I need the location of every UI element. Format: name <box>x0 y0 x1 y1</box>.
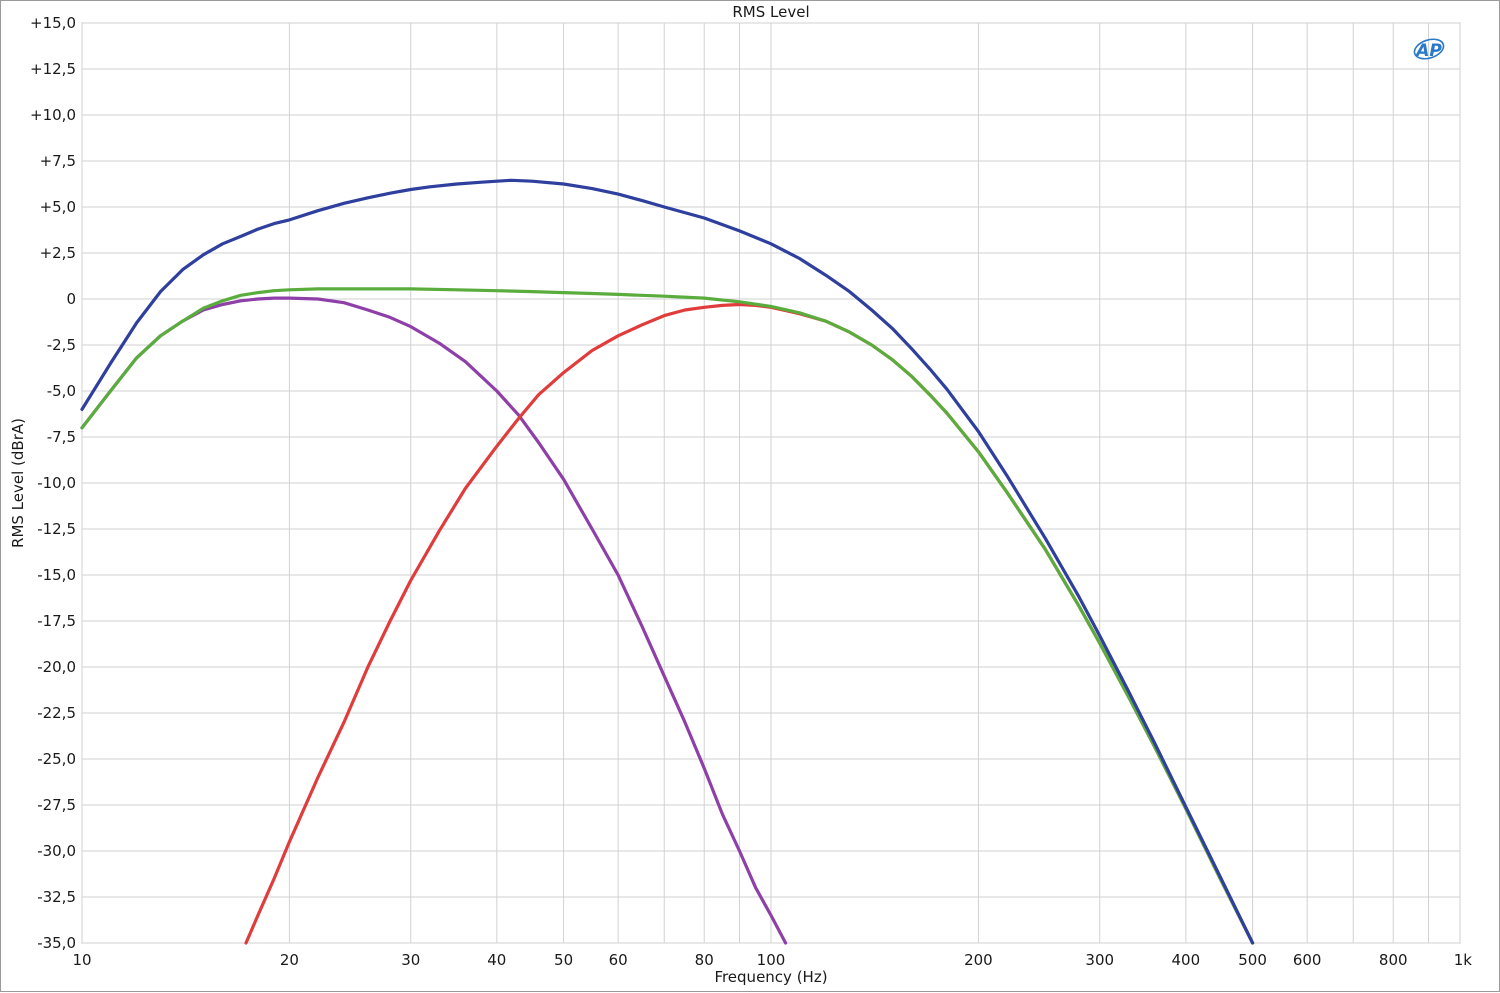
x-tick-label: 20 <box>280 951 299 969</box>
y-axis-label: RMS Level (dBrA) <box>9 418 27 548</box>
y-tick-label: -20,0 <box>37 658 76 676</box>
y-tick-labels: +15,0 +12,5 +10,0 +7,5 +5,0 +2,5 0 -2,5 -5,0 -7,5… <box>30 14 76 952</box>
y-tick-label: -30,0 <box>37 842 76 860</box>
chart-title: RMS Level <box>732 3 809 21</box>
x-tick-label: 40 <box>487 951 506 969</box>
y-tick-label: -2,5 <box>47 336 76 354</box>
x-tick-label: 1k <box>1454 951 1473 969</box>
x-axis-label: Frequency (Hz) <box>714 968 827 986</box>
x-tick-label: 500 <box>1238 951 1267 969</box>
y-tick-label: -25,0 <box>37 750 76 768</box>
y-tick-label: 0 <box>66 290 76 308</box>
x-tick-label: 30 <box>401 951 420 969</box>
x-tick-label: 80 <box>695 951 714 969</box>
x-tick-label: 800 <box>1379 951 1408 969</box>
y-tick-label: -22,5 <box>37 704 76 722</box>
ap-logo-text: AP <box>1414 41 1442 61</box>
x-tick-label: 10 <box>72 951 91 969</box>
x-tick-labels: 10 20 30 40 50 60 80 100 200 300 400 500 600 800 1k <box>72 951 1472 969</box>
y-tick-label: -17,5 <box>37 612 76 630</box>
y-tick-label: -35,0 <box>37 934 76 952</box>
y-tick-label: -5,0 <box>47 382 76 400</box>
y-tick-label: +7,5 <box>40 152 76 170</box>
x-tick-label: 50 <box>554 951 573 969</box>
x-tick-label: 600 <box>1293 951 1322 969</box>
y-tick-label: +5,0 <box>40 198 76 216</box>
x-tick-label: 400 <box>1171 951 1200 969</box>
y-tick-label: -27,5 <box>37 796 76 814</box>
y-tick-label: +12,5 <box>30 60 76 78</box>
y-tick-label: +2,5 <box>40 244 76 262</box>
x-tick-label: 100 <box>757 951 786 969</box>
y-tick-label: +10,0 <box>30 106 76 124</box>
y-tick-label: -15,0 <box>37 566 76 584</box>
x-tick-label: 300 <box>1085 951 1114 969</box>
rms-level-chart: +15,0 +12,5 +10,0 +7,5 +5,0 +2,5 0 -2,5 -5,0 -7,5… <box>9 3 1472 986</box>
x-tick-label: 200 <box>964 951 993 969</box>
y-tick-label: -10,0 <box>37 474 76 492</box>
y-tick-label: -32,5 <box>37 888 76 906</box>
chart-frame: +15,0 +12,5 +10,0 +7,5 +5,0 +2,5 0 -2,5 -5,0 -7,5… <box>0 0 1500 992</box>
x-tick-label: 60 <box>609 951 628 969</box>
y-tick-label: -12,5 <box>37 520 76 538</box>
grid-lines <box>81 22 1461 944</box>
y-tick-label: -7,5 <box>47 428 76 446</box>
y-tick-label: +15,0 <box>30 14 76 32</box>
